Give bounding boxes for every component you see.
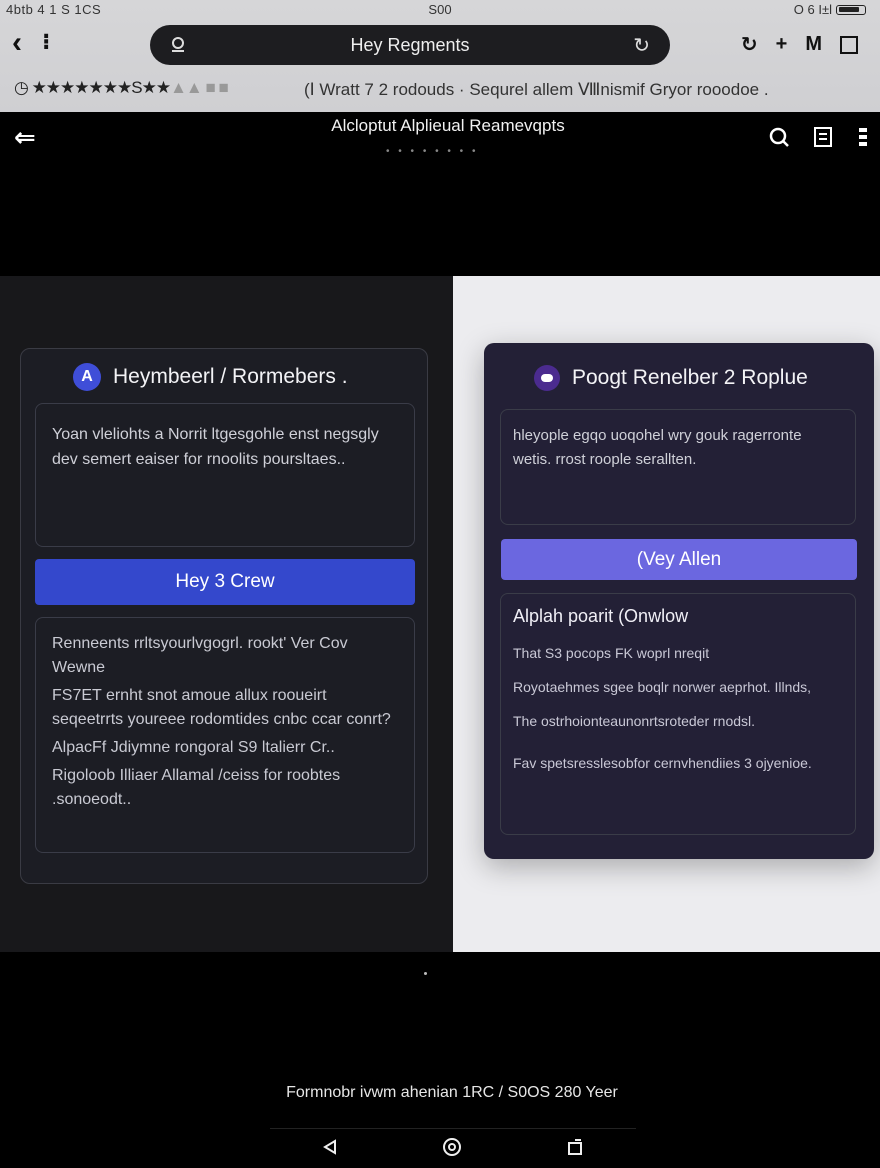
status-right-icons: O 6 I±l [794, 2, 866, 17]
page-indicator: • • • • • • • • [386, 146, 479, 157]
tabs-icon[interactable] [840, 35, 858, 54]
browser-actions: ↻ + M [741, 32, 858, 57]
battery-icon [836, 4, 866, 15]
bookmark-text[interactable]: (Ⅰ Wratt 7 2 rodouds · Sequrel allem Ⅷni… [304, 80, 769, 100]
bookmarks-row: ◷ ★★★★★★★S★★▲▲ ■ ■ (Ⅰ Wratt 7 2 rodouds … [0, 76, 880, 106]
page-dot [424, 972, 427, 975]
reload-icon[interactable]: ↻ [633, 33, 650, 58]
browser-chrome: 4btb 4 1 S 1CS S00 O 6 I±l ‹ ⁝ Hey Regme… [0, 0, 880, 112]
stars-extra: S★★ [131, 78, 171, 97]
refresh-icon[interactable]: ↻ [741, 32, 758, 57]
list-item: Royotaehmes sgee boqlr norwer aeprhot. I… [513, 679, 812, 695]
list-item: AlpacFf Jdiymne rongoral S9 ltalierr Cr.… [52, 739, 335, 756]
left-card-title: Heymbeerl / Rormebers . [113, 365, 348, 388]
browser-back-icon[interactable]: ‹ [12, 28, 22, 58]
overflow-menu-icon[interactable] [856, 126, 870, 148]
secondary-button[interactable]: (Vey Allen [501, 539, 857, 580]
list-item: FS7ET ernht snot amoue allux rooueirt se… [52, 687, 391, 728]
list-item: That S3 pocops FK woprl nreqit [513, 645, 710, 661]
nav-home-icon[interactable] [442, 1137, 462, 1157]
browser-menu-icon[interactable]: ⁝ [42, 30, 50, 54]
right-intro-text: hleyople egqo uoqohel wry gouk ragerront… [513, 427, 802, 468]
url-bar[interactable]: Hey Regments ↻ [150, 25, 670, 65]
right-card-header: Poogt Renelber 2 Roplue [534, 365, 808, 391]
page-title: Alcloptut Alplieual Reamevqpts [331, 116, 565, 135]
rating-stars: ◷ ★★★★★★★S★★▲▲ ■ ■ [14, 78, 229, 98]
stars-filled: ★★★★★★★ [31, 78, 133, 97]
status-clock: S00 [428, 2, 452, 17]
right-panel: Poogt Renelber 2 Roplue hleyople egqo uo… [453, 276, 880, 952]
list-item: Rigoloob Illiaer Allamal /ceiss for roob… [52, 767, 341, 808]
right-card: Poogt Renelber 2 Roplue hleyople egqo uo… [484, 343, 874, 859]
search-icon [172, 37, 184, 52]
avatar-badge: A [73, 363, 101, 391]
system-nav-bar [270, 1128, 636, 1164]
browser-nav-row: ‹ ⁝ Hey Regments ↻ ↻ + M [0, 24, 880, 66]
footer-text: Formnobr ivwm ahenian 1RC / S0OS 280 Yee… [286, 1084, 618, 1101]
list-item: The ostrhoionteaunonrtsroteder rnodsl. [513, 713, 756, 729]
url-text: Hey Regments [350, 34, 470, 55]
search-icon[interactable] [768, 126, 790, 148]
nav-back-icon[interactable] [322, 1138, 338, 1155]
left-card: A Heymbeerl / Rormebers . Yoan vleliohts… [20, 348, 428, 884]
nav-recents-icon[interactable] [566, 1138, 584, 1156]
left-panel: A Heymbeerl / Rormebers . Yoan vleliohts… [0, 276, 453, 952]
overview-title: Alplah poarit (Onwlow [513, 606, 689, 626]
clock-icon: ◷ [14, 78, 32, 97]
right-card-title: Poogt Renelber 2 Roplue [572, 366, 808, 389]
status-bar: 4btb 4 1 S 1CS S00 O 6 I±l [0, 0, 880, 20]
left-list-box: Renneents rrltsyourlvgogrl. rookt' Ver C… [35, 617, 415, 853]
chat-bubble-icon [534, 365, 560, 391]
left-card-header: A Heymbeerl / Rormebers . [73, 363, 348, 391]
add-tab-icon[interactable]: + [776, 33, 788, 56]
app-header: ⇐ Alcloptut Alplieual Reamevqpts • • • •… [0, 112, 880, 276]
left-intro-text: Yoan vleliohts a Norrit ltgesgohle enst … [52, 426, 379, 468]
right-intro-box: hleyople egqo uoqohel wry gouk ragerront… [500, 409, 856, 525]
status-right-text: O 6 I±l [793, 2, 832, 17]
header-actions [768, 126, 870, 148]
list-item: Fav spetsresslesobfor cernvhendiies 3 oj… [513, 755, 812, 771]
stars-dim: ▲▲ ■ ■ [170, 78, 229, 97]
left-intro-box: Yoan vleliohts a Norrit ltgesgohle enst … [35, 403, 415, 547]
right-overview-box: Alplah poarit (Onwlow That S3 pocops FK … [500, 593, 856, 835]
document-icon[interactable] [812, 126, 834, 148]
primary-button[interactable]: Hey 3 Crew [35, 559, 415, 605]
browser-right-label[interactable]: M [805, 33, 822, 56]
list-item: Renneents rrltsyourlvgogrl. rookt' Ver C… [52, 635, 348, 676]
